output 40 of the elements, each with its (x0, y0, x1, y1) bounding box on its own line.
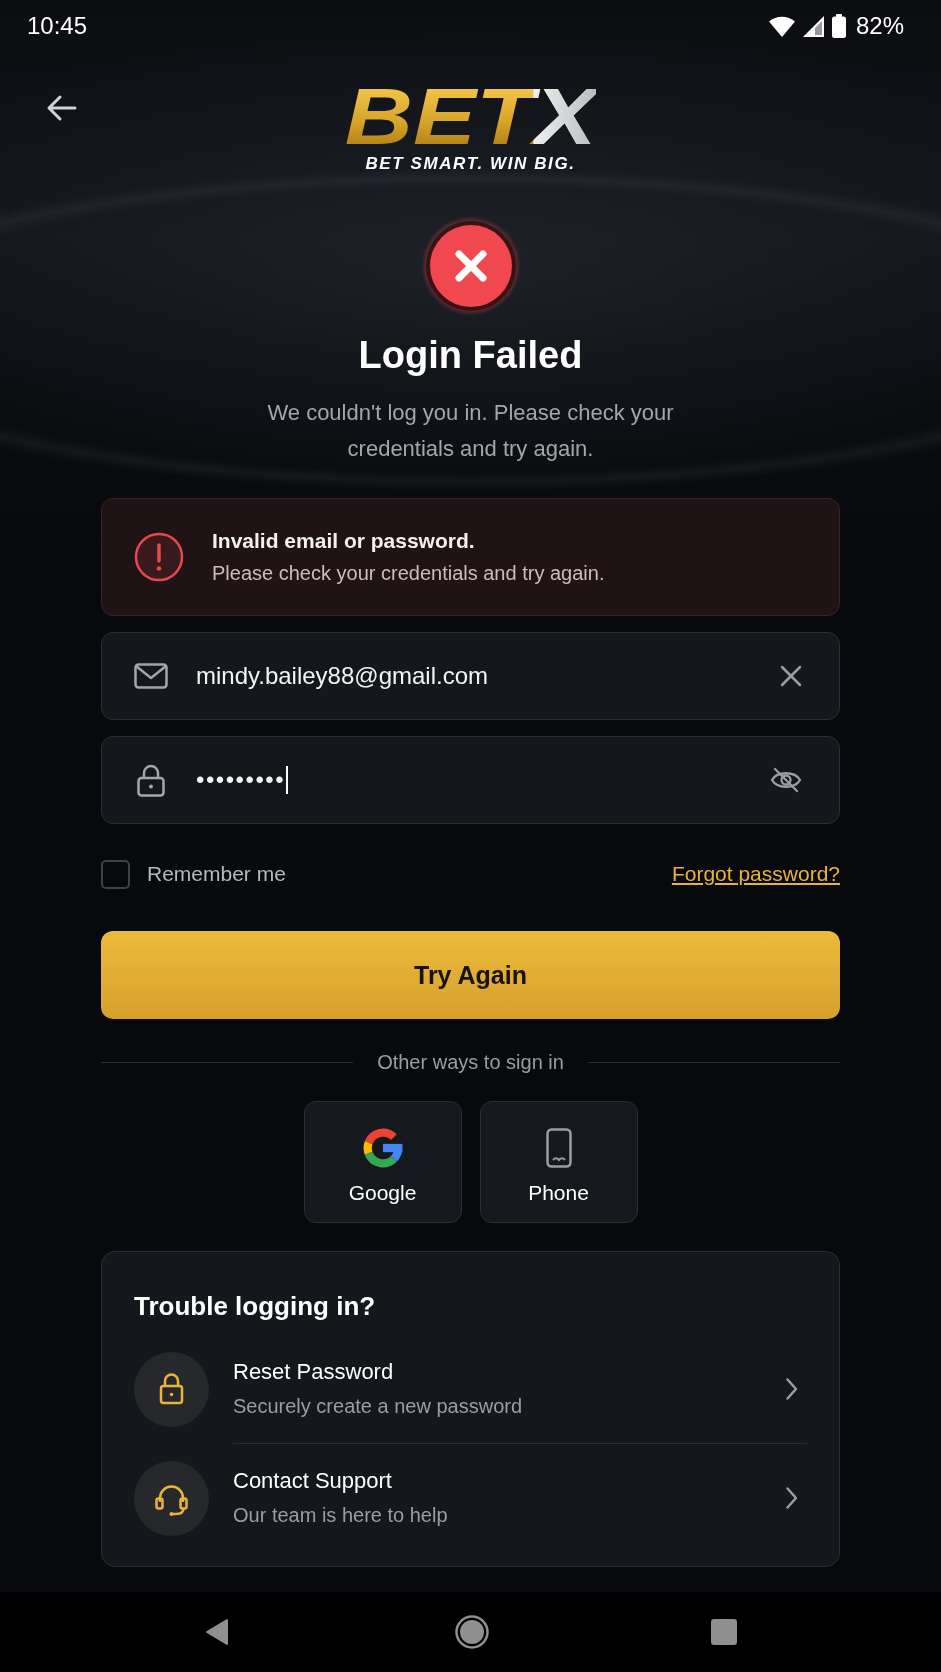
eye-slash-icon[interactable] (770, 767, 802, 793)
option-title: Contact Support (233, 1467, 393, 1495)
lock-icon (137, 763, 165, 797)
lock-icon (134, 1351, 209, 1427)
option-subtitle: Our team is here to help (233, 1503, 449, 1528)
phone-icon (545, 1128, 572, 1168)
logo-tagline: BET SMART. WIN BIG. (365, 153, 576, 175)
error-icon (420, 216, 521, 316)
wifi-icon (768, 15, 795, 37)
status-time: 10:45 (27, 11, 88, 41)
nav-back-icon[interactable] (204, 1618, 229, 1646)
social-sign-in-button[interactable]: Phone (479, 1101, 638, 1223)
error-title: Login Failed (358, 333, 583, 378)
try-again-button[interactable]: Try Again (101, 931, 840, 1019)
exclamation-icon (134, 532, 184, 582)
error-message: We couldn't log you in. Please check your credentials and try again. (266, 399, 675, 463)
password-field[interactable]: ••••••••• (101, 736, 840, 824)
headset-icon (134, 1460, 209, 1536)
forgot-password-link[interactable]: Forgot password? (671, 859, 840, 889)
back-icon[interactable] (45, 94, 77, 122)
g-logo-icon (362, 1128, 403, 1168)
divider-label: Other ways to sign in (377, 1050, 564, 1075)
clear-icon[interactable] (780, 665, 802, 687)
home-icon[interactable] (454, 1615, 489, 1649)
option-subtitle: Securely create a new password (233, 1394, 524, 1419)
remember-me-label: Remember me (147, 861, 286, 887)
chevron-right-icon[interactable] (785, 1377, 799, 1401)
signal-icon (802, 15, 824, 37)
alert-title: Invalid email or password. (212, 528, 476, 554)
recents-icon[interactable] (710, 1619, 737, 1645)
battery-percentage: 82% (855, 11, 904, 41)
alert-message: Please check your credentials and try again. (212, 561, 605, 586)
chevron-right-icon[interactable] (785, 1486, 799, 1510)
mail-icon (134, 663, 168, 689)
option-title: Reset Password (233, 1358, 395, 1386)
email-field[interactable]: mindy.bailey88@gmail.com (101, 632, 840, 720)
battery-icon (831, 14, 846, 38)
remember-checkbox[interactable] (101, 859, 130, 889)
social-sign-in-button[interactable]: Google (303, 1101, 462, 1223)
help-title: Trouble logging in? (134, 1290, 377, 1322)
